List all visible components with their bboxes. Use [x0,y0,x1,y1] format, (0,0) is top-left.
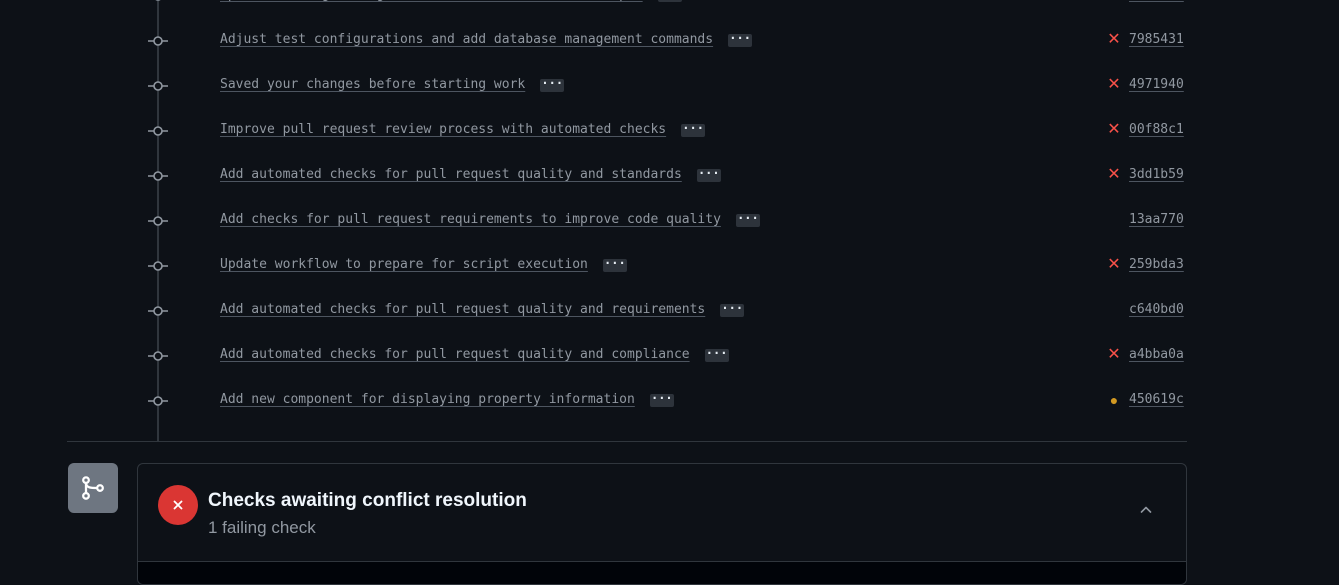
commit-sha-link[interactable]: 4971940 [1129,77,1184,92]
checks-title: Checks awaiting conflict resolution [208,490,527,511]
commit-row: Improve pull request review process with… [0,116,1339,146]
commit-row: Adjust test configurations and add datab… [0,26,1339,56]
commit-node-icon [148,36,168,46]
commit-sha-link[interactable]: c640bd0 [1129,302,1184,317]
commit-row: Add checks for pull request requirements… [0,206,1339,236]
commit-node-icon [148,81,168,91]
expand-commit-button[interactable]: ··· [540,77,565,92]
chevron-up-icon [1140,506,1152,513]
commit-message-link[interactable]: Update testing configurations and add ne… [220,0,682,2]
commit-message-link[interactable]: Add new component for displaying propert… [220,392,674,407]
commit-message-text: Update workflow to prepare for script ex… [220,257,588,272]
section-divider [67,441,1187,442]
commit-message-link[interactable]: Saved your changes before starting work ·… [220,77,565,92]
x-icon[interactable]: ✕ [1106,165,1122,185]
expand-commit-button[interactable]: ··· [696,167,721,182]
expand-commit-button[interactable]: ··· [602,257,627,272]
commit-node-icon [148,216,168,226]
commit-row: Saved your changes before starting work ·… [0,71,1339,101]
commit-row: Add automated checks for pull request qu… [0,161,1339,191]
x-icon[interactable]: ✕ [1106,75,1122,95]
commit-sha-link[interactable]: 259bda3 [1129,257,1184,272]
commit-message-text: Adjust test configurations and add datab… [220,32,714,47]
expand-commit-button[interactable]: ··· [657,0,682,2]
commit-node-icon [155,0,161,1]
commit-sha-link[interactable]: 00f88c1 [1129,122,1184,137]
commit-message-link[interactable]: Add automated checks for pull request qu… [220,347,729,362]
commit-message-link[interactable]: Add automated checks for pull request qu… [220,167,721,182]
commit-row: Update workflow to prepare for script ex… [0,251,1339,281]
commit-message-link[interactable]: Update workflow to prepare for script ex… [220,257,627,272]
commit-row: Add new component for displaying propert… [0,386,1339,416]
dot-icon[interactable]: ● [1106,390,1122,410]
x-circle-icon [158,485,198,525]
commit-row: Add automated checks for pull request qu… [0,341,1339,371]
commit-message-text: Saved your changes before starting work [220,77,526,92]
commit-sha-link[interactable]: 13aa770 [1129,212,1184,227]
commit-row: Update testing configurations and add ne… [0,0,1339,11]
commit-sha-link[interactable]: 7985431 [1129,32,1184,47]
expand-commit-button[interactable]: ··· [681,122,706,137]
commit-sha-link[interactable]: 3dd1b59 [1129,167,1184,182]
expand-commit-button[interactable]: ··· [720,302,745,317]
checks-panel: Checks awaiting conflict resolution 1 fa… [137,463,1187,585]
expand-commit-button[interactable]: ··· [728,32,753,47]
commit-node-icon [148,126,168,136]
commit-message-text: Add automated checks for pull request qu… [220,167,682,182]
collapse-button[interactable] [1134,498,1158,522]
expand-commit-button[interactable]: ··· [704,347,729,362]
commit-node-icon [148,396,168,406]
commit-message-text: Add new component for displaying propert… [220,392,635,407]
x-icon[interactable]: ✕ [1106,30,1122,50]
commit-message-text: Add automated checks for pull request qu… [220,347,690,362]
commit-message-link[interactable]: Adjust test configurations and add datab… [220,32,753,47]
commit-node-icon [148,171,168,181]
commit-message-text: Update testing configurations and add ne… [220,0,643,2]
commit-node-icon [148,306,168,316]
commit-sha-link[interactable]: 1a9c2e0 [1129,0,1184,2]
commit-message-link[interactable]: Add checks for pull request requirements… [220,212,760,227]
commit-row: Add automated checks for pull request qu… [0,296,1339,326]
commit-node-icon [148,351,168,361]
checks-header: Checks awaiting conflict resolution 1 fa… [138,464,1186,562]
commit-message-link[interactable]: Improve pull request review process with… [220,122,706,137]
commit-message-text: Add checks for pull request requirements… [220,212,721,227]
commit-message-link[interactable]: Add automated checks for pull request qu… [220,302,745,317]
git-branch-icon [68,463,118,513]
commit-message-text: Improve pull request review process with… [220,122,667,137]
commit-message-text: Add automated checks for pull request qu… [220,302,706,317]
checks-subtitle: 1 failing check [208,518,316,537]
checks-body [138,562,1186,584]
x-icon[interactable]: ✕ [1106,120,1122,140]
x-icon[interactable]: ✕ [1106,255,1122,275]
commit-sha-link[interactable]: 450619c [1129,392,1184,407]
commit-node-icon [148,261,168,271]
expand-commit-button[interactable]: ··· [735,212,760,227]
expand-commit-button[interactable]: ··· [649,392,674,407]
commit-sha-link[interactable]: a4bba0a [1129,347,1184,362]
x-icon[interactable]: ✕ [1106,345,1122,365]
